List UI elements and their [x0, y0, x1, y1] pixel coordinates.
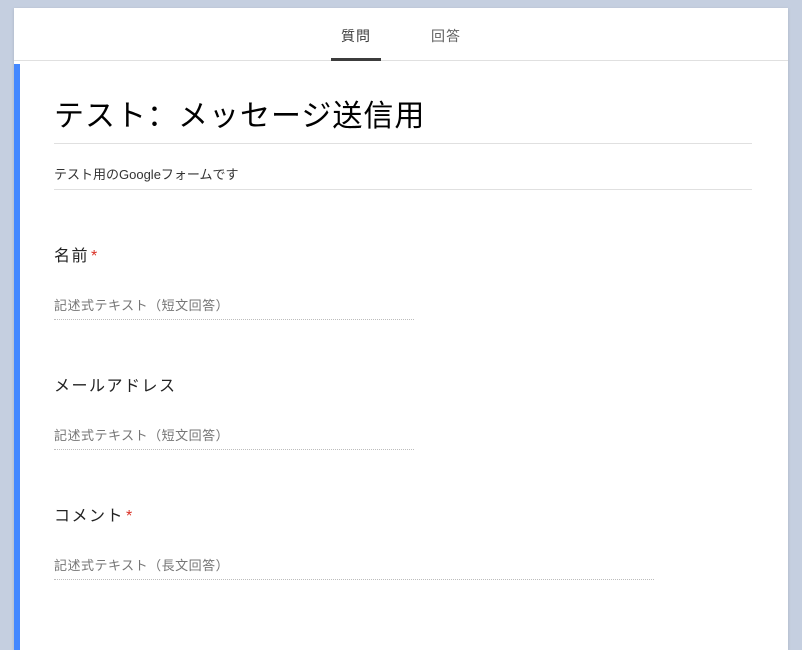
question-block[interactable]: メールアドレス	[54, 372, 752, 450]
question-label[interactable]: コメント*	[54, 502, 752, 526]
form-editor-card: 質問 回答 テスト：メッセージ送信用 テスト用のGoogleフォームです 名前*…	[14, 8, 788, 650]
answer-placeholder-short	[54, 424, 414, 450]
required-asterisk: *	[91, 248, 99, 265]
tab-questions[interactable]: 質問	[335, 8, 377, 60]
question-block[interactable]: コメント*	[54, 502, 752, 580]
form-description[interactable]: テスト用のGoogleフォームです	[54, 150, 752, 190]
question-label-text: メールアドレス	[54, 378, 177, 395]
answer-placeholder-short	[54, 294, 414, 320]
question-label-text: 名前	[54, 248, 89, 265]
title-section[interactable]: テスト：メッセージ送信用 テスト用のGoogleフォームです	[54, 81, 752, 190]
question-label-text: コメント	[54, 508, 124, 525]
form-content: テスト：メッセージ送信用 テスト用のGoogleフォームです 名前* メールアド…	[14, 61, 788, 590]
answer-placeholder-long	[54, 554, 654, 580]
required-asterisk: *	[126, 508, 134, 525]
form-title[interactable]: テスト：メッセージ送信用	[54, 81, 752, 144]
question-label[interactable]: 名前*	[54, 242, 752, 266]
question-label[interactable]: メールアドレス	[54, 372, 752, 396]
tab-bar: 質問 回答	[14, 8, 788, 61]
question-block[interactable]: 名前*	[54, 242, 752, 320]
tab-responses[interactable]: 回答	[425, 8, 467, 60]
